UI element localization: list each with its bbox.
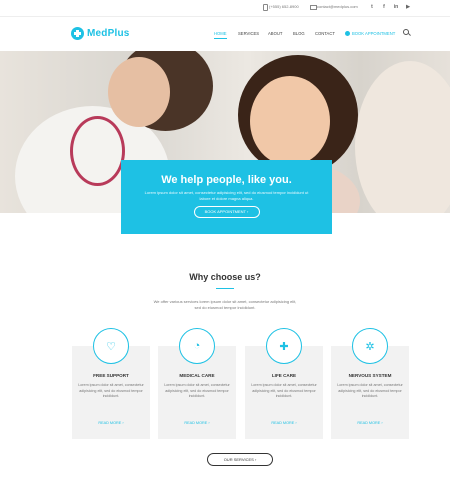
medical-cross-logo-icon xyxy=(71,27,84,40)
card-title: MEDICAL CARE xyxy=(179,373,215,378)
brain-icon: ✲ xyxy=(365,340,375,353)
card-icon-circle: ◔ xyxy=(179,328,215,364)
hero-callout-box: We help people, like you. Lorem ipsum do… xyxy=(121,160,332,234)
card-text: Lorem ipsum dolor sit amet, consectetur … xyxy=(164,383,230,398)
nav-contact[interactable]: CONTACT xyxy=(315,31,335,36)
facebook-icon[interactable]: f xyxy=(380,3,388,11)
card-title: LIFE CARE xyxy=(271,373,297,378)
nav-home[interactable]: HOME xyxy=(214,31,227,39)
card-text: Lorem ipsum dolor sit amet, consectetur … xyxy=(78,383,144,398)
mail-icon xyxy=(310,4,317,10)
hero-title: We help people, like you. xyxy=(161,174,292,186)
logo-text: MedPlus xyxy=(87,28,130,39)
our-services-button[interactable]: OUR SERVICES › xyxy=(207,453,273,466)
medical-cross-icon: ✚ xyxy=(279,340,289,353)
phone-number: (+555) 652-8900 xyxy=(269,4,299,9)
section-title: Why choose us? xyxy=(189,272,261,282)
email-contact[interactable]: contact@medplus.com xyxy=(310,4,358,10)
logo[interactable]: MedPlus xyxy=(71,27,130,40)
section-subtitle: We offer various services lorem ipsum do… xyxy=(153,299,297,310)
nav-blog[interactable]: BLOG xyxy=(293,31,305,36)
hero-photo-shape xyxy=(108,57,170,127)
book-appointment-button[interactable]: BOOK APPOINTMENT › xyxy=(193,206,260,218)
card-text: Lorem ipsum dolor sit amet, consectetur … xyxy=(251,383,317,398)
main-navbar: MedPlus HOME SERVICES ABOUT BLOG CONTACT… xyxy=(0,17,450,51)
heart-icon: ♡ xyxy=(106,340,116,353)
card-title: FREE SUPPORT xyxy=(93,373,129,378)
hero-photo-shape xyxy=(250,76,330,166)
linkedin-icon[interactable]: in xyxy=(392,3,400,11)
card-icon-circle: ♡ xyxy=(93,328,129,364)
card-title: NERVOUS SYSTEM xyxy=(348,373,392,378)
book-appointment-nav-button[interactable]: BOOK APPOINTMENT xyxy=(345,31,395,36)
twitter-icon[interactable]: t xyxy=(368,3,376,11)
nav-services[interactable]: SERVICES xyxy=(238,31,259,36)
hero-text: Lorem ipsum dolor sit amet, consectetur … xyxy=(144,190,309,201)
youtube-icon[interactable]: ▶ xyxy=(404,3,412,11)
phone-contact[interactable]: (+555) 652-8900 xyxy=(262,4,299,11)
card-icon-circle: ✚ xyxy=(266,328,302,364)
email-address: contact@medplus.com xyxy=(317,4,358,9)
plus-icon xyxy=(345,31,350,36)
read-more-link[interactable]: READ MORE › xyxy=(331,421,409,425)
hero-photo-shape xyxy=(355,61,450,213)
read-more-link[interactable]: READ MORE › xyxy=(158,421,236,425)
card-text: Lorem ipsum dolor sit amet, consectetur … xyxy=(337,383,403,398)
book-appointment-nav-label: BOOK APPOINTMENT xyxy=(352,31,396,36)
phone-icon xyxy=(262,4,268,11)
read-more-link[interactable]: READ MORE › xyxy=(245,421,323,425)
nav-about[interactable]: ABOUT xyxy=(268,31,282,36)
hero-photo-shape xyxy=(70,116,125,186)
read-more-link[interactable]: READ MORE › xyxy=(72,421,150,425)
top-contact-bar: (+555) 652-8900 contact@medplus.com t f … xyxy=(0,0,450,17)
card-icon-circle: ✲ xyxy=(352,328,388,364)
section-divider xyxy=(216,288,234,289)
apple-icon: ◔ xyxy=(193,340,201,352)
search-icon[interactable] xyxy=(403,29,411,37)
